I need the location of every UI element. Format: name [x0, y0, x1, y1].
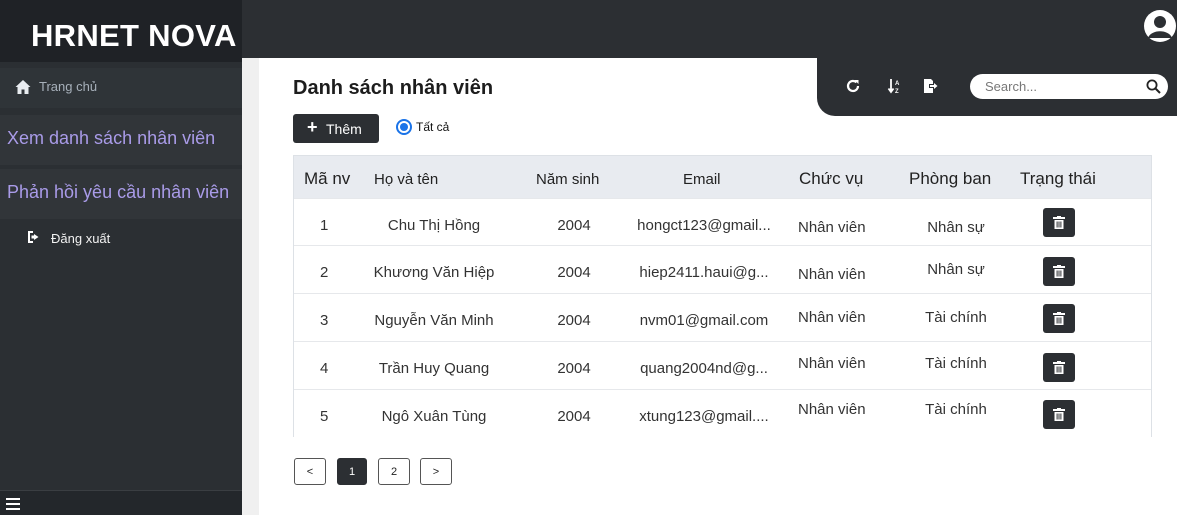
employee-table: Mã nv Họ và tên Năm sinh Email Chức vụ P…	[293, 155, 1152, 437]
cell-department: Tài chính	[925, 401, 987, 418]
refresh-icon[interactable]	[845, 78, 861, 94]
table-row[interactable]: 1 Chu Thị Hồng 2004 hongct123@gmail... N…	[294, 198, 1151, 246]
table-row[interactable]: 2 Khương Văn Hiệp 2004 hiep2411.haui@g..…	[294, 245, 1151, 293]
filter-all-radio[interactable]	[396, 119, 412, 135]
sort-icon[interactable]: A Z	[887, 78, 903, 94]
sidebar-item-logout[interactable]: Đăng xuất	[0, 224, 242, 252]
search-input[interactable]	[985, 78, 1135, 95]
cell-name: Chu Thị Hồng	[387, 217, 481, 234]
cell-email: xtung123@gmail....	[639, 408, 769, 425]
trash-icon	[1053, 408, 1065, 421]
column-header-status[interactable]: Trạng thái	[1020, 169, 1096, 189]
add-employee-button[interactable]: + Thêm	[293, 114, 379, 143]
cell-id: 1	[320, 217, 329, 234]
cell-department: Nhân sự	[927, 219, 985, 236]
sidebar-item-employee-requests[interactable]: Phản hồi yêu cầu nhân viên	[0, 169, 242, 219]
table-header: Mã nv Họ và tên Năm sinh Email Chức vụ P…	[294, 156, 1151, 198]
cell-department: Tài chính	[925, 309, 987, 326]
cell-id: 5	[320, 408, 329, 425]
column-header-name[interactable]: Họ và tên	[374, 171, 438, 188]
cell-email: quang2004nd@g...	[640, 360, 768, 377]
sign-out-icon	[28, 231, 39, 243]
search-box[interactable]	[970, 74, 1168, 99]
cell-position: Nhân viên	[798, 266, 866, 283]
cell-birth-year: 2004	[557, 312, 591, 329]
cell-email: nvm01@gmail.com	[639, 312, 769, 329]
column-header-id[interactable]: Mã nv	[304, 169, 350, 189]
cell-id: 4	[320, 360, 329, 377]
cell-department: Nhân sự	[927, 261, 985, 278]
sidebar: HRNET NOVA Trang chủ Xem danh sách nhân …	[0, 0, 242, 515]
page-title: Danh sách nhân viên	[293, 77, 494, 99]
pagination-page-1[interactable]: 1	[337, 458, 367, 485]
sidebar-item-label: Xem danh sách nhân viên	[7, 128, 216, 148]
page-number: 1	[348, 466, 356, 478]
delete-button[interactable]	[1043, 257, 1075, 286]
avatar-icon[interactable]	[1143, 9, 1177, 43]
table-row[interactable]: 3 Nguyễn Văn Minh 2004 nvm01@gmail.com N…	[294, 293, 1151, 341]
cell-name: Ngô Xuân Tùng	[381, 408, 487, 425]
sidebar-item-label: Phản hồi yêu cầu nhân viên	[7, 182, 230, 202]
cell-position: Nhân viên	[798, 309, 866, 326]
logo[interactable]: HRNET NOVA	[0, 0, 242, 62]
svg-text:A: A	[895, 81, 900, 87]
trash-icon	[1053, 265, 1065, 278]
chevron-left-icon: <	[306, 466, 314, 478]
delete-button[interactable]	[1043, 304, 1075, 333]
column-header-email[interactable]: Email	[683, 171, 721, 188]
logo-text: HRNET NOVA	[31, 18, 237, 53]
cell-id: 3	[320, 312, 329, 329]
pagination-page-2[interactable]: 2	[378, 458, 410, 485]
cell-email: hiep2411.haui@g...	[639, 264, 769, 281]
home-icon	[15, 80, 31, 94]
cell-position: Nhân viên	[798, 219, 866, 236]
sidebar-item-employee-list[interactable]: Xem danh sách nhân viên	[0, 115, 242, 165]
delete-button[interactable]	[1043, 208, 1075, 237]
chevron-right-icon: >	[432, 466, 440, 478]
cell-position: Nhân viên	[798, 401, 866, 418]
plus-icon: +	[307, 117, 318, 137]
cell-position: Nhân viên	[798, 355, 866, 372]
table-row[interactable]: 4 Trần Huy Quang 2004 quang2004nd@g... N…	[294, 341, 1151, 389]
cell-email: hongct123@gmail...	[637, 217, 771, 234]
top-bar	[242, 0, 1177, 58]
cell-name: Nguyễn Văn Minh	[374, 312, 494, 329]
hamburger-icon	[6, 498, 20, 510]
delete-button[interactable]	[1043, 400, 1075, 429]
delete-button[interactable]	[1043, 353, 1075, 382]
pagination-prev-button[interactable]: <	[294, 458, 326, 485]
cell-birth-year: 2004	[557, 264, 591, 281]
menu-toggle[interactable]	[0, 490, 242, 515]
column-header-department[interactable]: Phòng ban	[909, 169, 991, 189]
trash-icon	[1053, 361, 1065, 374]
search-icon[interactable]	[1146, 79, 1161, 94]
add-button-label: Thêm	[326, 121, 362, 137]
sidebar-item-label: Đăng xuất	[51, 231, 111, 246]
page-number: 2	[390, 466, 398, 478]
export-icon[interactable]	[922, 78, 938, 94]
cell-name: Khương Văn Hiệp	[373, 264, 495, 281]
cell-birth-year: 2004	[557, 217, 591, 234]
trash-icon	[1053, 216, 1065, 229]
filter-all-label[interactable]: Tất cả	[416, 120, 449, 134]
pagination-next-button[interactable]: >	[420, 458, 452, 485]
cell-name: Trần Huy Quang	[378, 360, 490, 377]
cell-birth-year: 2004	[557, 360, 591, 377]
trash-icon	[1053, 312, 1065, 325]
cell-id: 2	[320, 264, 329, 281]
cell-birth-year: 2004	[557, 408, 591, 425]
cell-department: Tài chính	[925, 355, 987, 372]
table-row[interactable]: 5 Ngô Xuân Tùng 2004 xtung123@gmail.... …	[294, 389, 1151, 437]
sidebar-item-home[interactable]: Trang chủ	[0, 68, 242, 108]
svg-text:Z: Z	[895, 89, 899, 94]
sidebar-item-label: Trang chủ	[39, 79, 98, 94]
column-header-birth-year[interactable]: Năm sinh	[536, 171, 599, 188]
column-header-position[interactable]: Chức vụ	[799, 169, 863, 189]
